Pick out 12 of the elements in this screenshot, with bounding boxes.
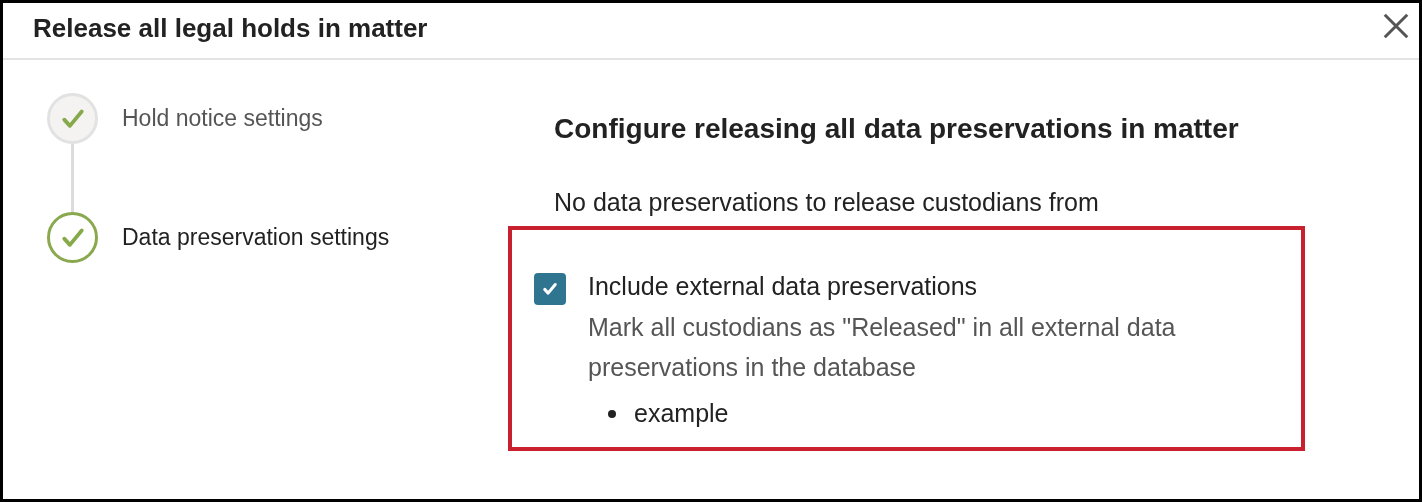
step-check-icon: [47, 212, 98, 263]
bullet-icon: [608, 409, 616, 418]
option-description: Mark all custodians as "Released" in all external data preservations in the database: [588, 312, 1177, 383]
step-item[interactable]: Data preservation settings: [47, 212, 508, 263]
option-label: Include external data preservations: [588, 270, 979, 302]
status-message: No data preservations to release custodians from: [554, 187, 1100, 218]
close-icon: [1381, 11, 1411, 41]
dialog-title: Release all legal holds in matter: [33, 12, 428, 45]
checkbox[interactable]: [534, 272, 566, 305]
step-item[interactable]: Hold notice settings: [47, 93, 508, 144]
section-heading: Configure releasing all data preservations in matter: [554, 112, 1240, 146]
list-item: example: [634, 398, 729, 429]
